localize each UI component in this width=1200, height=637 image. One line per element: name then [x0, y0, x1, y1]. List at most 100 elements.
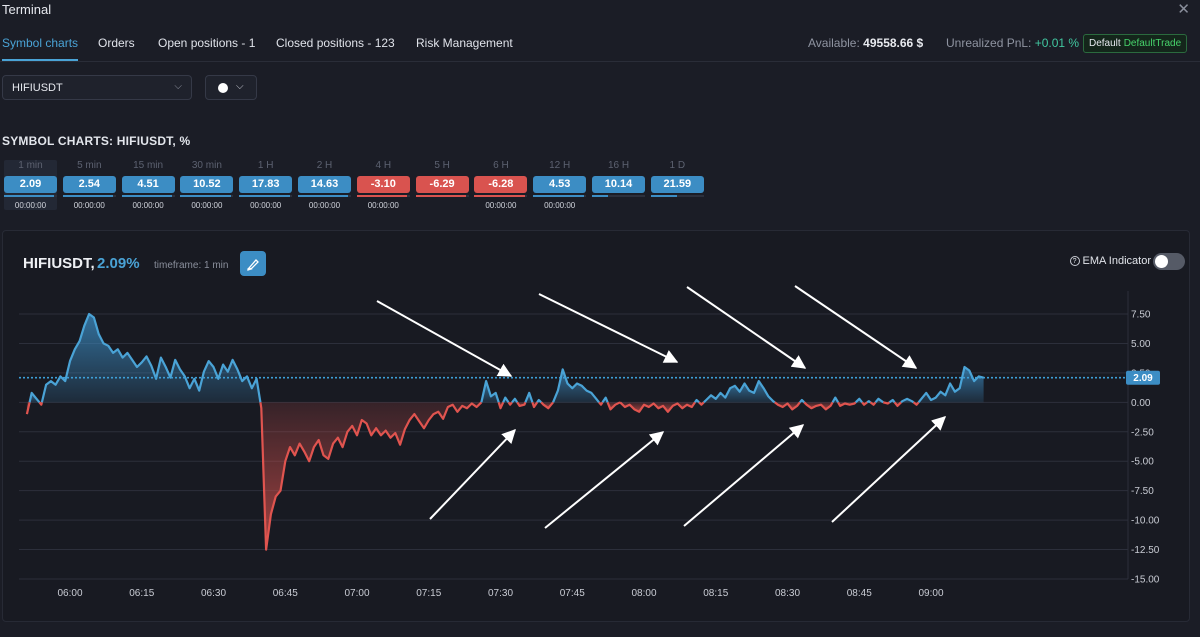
chevron-down-icon: ⌵ — [174, 81, 182, 92]
current-value-label: 2.09 — [1133, 373, 1153, 384]
color-select[interactable]: ⌵ — [205, 75, 257, 100]
timeframe-card[interactable]: 5 H -6.29 — [415, 160, 469, 201]
timeframe-value: 10.52 — [180, 176, 234, 193]
timeframe-time: 00:00:00 — [485, 201, 517, 210]
timeframe-progress — [650, 195, 704, 197]
x-tick-label: 08:30 — [775, 588, 800, 599]
timeframe-value: 4.53 — [533, 176, 587, 193]
timeframe-label: 1 H — [257, 160, 274, 171]
annotation-arrow — [376, 300, 513, 377]
timeframe-value: -6.29 — [415, 176, 469, 193]
unrealized-pnl: Unrealized PnL: +0.01 % — [946, 36, 1079, 50]
x-tick-label: 06:45 — [273, 588, 298, 599]
x-tick-label: 07:00 — [344, 588, 369, 599]
negative-line — [38, 401, 43, 406]
draw-button[interactable] — [240, 251, 266, 276]
timeframe-value: 21.59 — [650, 176, 704, 193]
positive-line — [866, 400, 872, 404]
timeframe-progress — [62, 195, 116, 197]
timeframe-card[interactable]: 1 min 2.09 00:00:00 — [4, 160, 57, 210]
pnl-label: Unrealized PnL: — [946, 36, 1032, 50]
timeframe-time: 00:00:00 — [308, 201, 341, 210]
y-tick-label: -7.50 — [1131, 486, 1154, 497]
timeframe-label: 12 H — [549, 160, 571, 171]
title-bar: Terminal ✕ — [0, 0, 1200, 22]
annotation-arrow — [831, 416, 947, 523]
timeframe-label: 1 min — [18, 160, 43, 171]
timeframe-card[interactable]: 5 min 2.54 00:00:00 — [62, 160, 116, 210]
annotation-arrow — [794, 285, 918, 369]
timeframe-card[interactable]: 12 H 4.53 00:00:00 — [533, 160, 587, 210]
annotation-arrow — [686, 286, 807, 369]
y-tick-label: -10.00 — [1131, 516, 1160, 527]
timeframe-label: 4 H — [375, 160, 392, 171]
timeframe-progress — [180, 195, 234, 197]
timeframe-time: 00:00:00 — [544, 201, 576, 210]
x-tick-label: 07:15 — [416, 588, 441, 599]
tab-symbol-charts[interactable]: Symbol charts — [2, 36, 79, 61]
timeframe-card[interactable]: 1 D 21.59 — [650, 160, 704, 201]
window-title: Terminal — [2, 2, 52, 17]
tab-open-positions[interactable]: Open positions - 1 — [158, 36, 255, 59]
available-balance: Available: 49558.66 $ — [808, 36, 923, 50]
close-icon[interactable]: ✕ — [1177, 0, 1190, 18]
timeframe-time: 00:00:00 — [367, 201, 399, 210]
tab-closed-positions[interactable]: Closed positions - 123 — [276, 36, 395, 59]
timeframe-card[interactable]: 4 H -3.10 00:00:00 — [356, 160, 410, 210]
x-tick-label: 07:30 — [488, 588, 513, 599]
section-title: SYMBOL CHARTS: HIFIUSDT, % — [2, 134, 191, 148]
timeframe-progress — [121, 195, 175, 197]
chart-symbol: HIFIUSDT, — [23, 255, 95, 272]
timeframe-card[interactable]: 1 H 17.83 00:00:00 — [239, 160, 293, 210]
timeframe-progress — [592, 195, 645, 197]
timeframe-value: 14.63 — [298, 176, 351, 193]
timeframe-value: 2.54 — [62, 176, 116, 193]
trade-profile-badge[interactable]: Default DefaultTrade — [1083, 34, 1188, 53]
y-tick-label: 5.00 — [1131, 339, 1151, 350]
timeframe-value: 2.09 — [4, 176, 57, 193]
timeframe-label: 5 H — [434, 160, 450, 171]
timeframe-label: 16 H — [607, 160, 630, 171]
chevron-down-icon: ⌵ — [236, 81, 244, 92]
ema-toggle[interactable] — [1153, 253, 1185, 270]
timeframe-progress — [415, 195, 469, 197]
toggle-knob — [1155, 255, 1168, 268]
pnl-value: +0.01 % — [1034, 36, 1080, 50]
timeframe-time: 00:00:00 — [191, 201, 223, 210]
x-tick-label: 06:15 — [129, 588, 154, 599]
x-tick-label: 08:00 — [631, 588, 656, 599]
x-tick-label: 08:15 — [703, 588, 728, 599]
timeframe-label: 15 min — [133, 160, 164, 171]
timeframe-label: 6 H — [493, 160, 509, 171]
help-icon[interactable]: ? — [1069, 256, 1080, 266]
y-tick-label: -12.50 — [1131, 545, 1160, 556]
timeframe-card[interactable]: 15 min 4.51 00:00:00 — [121, 160, 175, 210]
ema-indicator: ? EMA Indicator — [1069, 255, 1151, 267]
y-tick-label: -15.00 — [1131, 575, 1160, 586]
y-tick-label: 7.50 — [1131, 310, 1151, 321]
pen-icon — [247, 259, 259, 271]
chart-percent: 2.09% — [97, 255, 140, 272]
tab-risk-management[interactable]: Risk Management — [416, 36, 513, 59]
chart-timeframe: timeframe: 1 min — [154, 260, 229, 271]
timeframe-value: 17.83 — [239, 176, 293, 193]
timeframe-card[interactable]: 16 H 10.14 — [592, 160, 645, 201]
timeframe-label: 5 min — [77, 160, 102, 171]
timeframe-value: -3.10 — [356, 176, 410, 193]
timeframe-card[interactable]: 6 H -6.28 00:00:00 — [474, 160, 528, 210]
timeframe-value: 10.14 — [592, 176, 645, 193]
x-tick-label: 09:00 — [918, 588, 943, 599]
timeframe-card[interactable]: 30 min 10.52 00:00:00 — [180, 160, 234, 210]
symbol-select[interactable]: HIFIUSDT ⌵ — [2, 75, 192, 100]
timeframe-card[interactable]: 2 H 14.63 00:00:00 — [298, 160, 351, 210]
tab-orders[interactable]: Orders — [98, 36, 135, 59]
annotation-arrow — [538, 293, 679, 363]
negative-area — [260, 402, 482, 550]
positive-area — [41, 314, 261, 403]
color-dot-icon — [218, 83, 228, 93]
price-chart[interactable]: 7.505.002.500.00-2.50-5.00-7.50-10.00-12… — [3, 231, 1191, 623]
timeframe-progress — [474, 195, 528, 197]
ema-label: EMA Indicator — [1082, 255, 1151, 267]
available-label: Available: — [808, 36, 860, 50]
symbol-select-value: HIFIUSDT — [12, 82, 63, 94]
